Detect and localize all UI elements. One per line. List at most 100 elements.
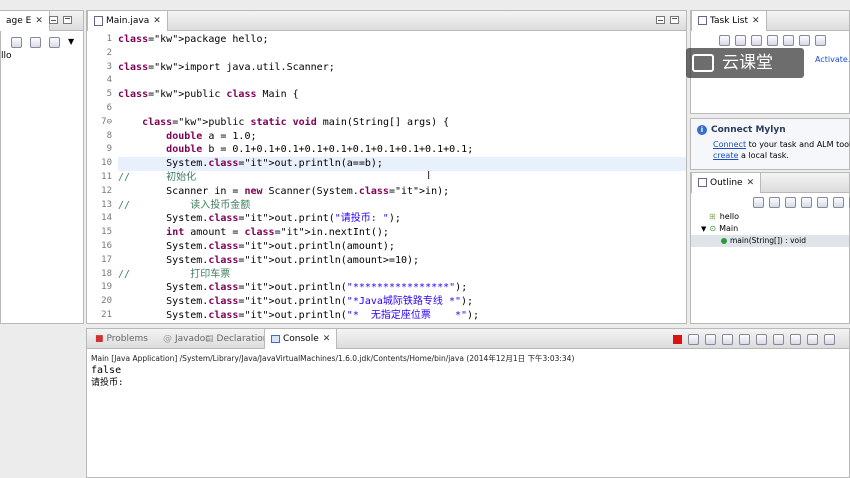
code-line[interactable]: System.class="it">out.print("请投币: "); [118,212,686,226]
hide-local-types-icon[interactable] [833,197,844,208]
console-header: Main [Java Application] /System/Library/… [91,354,575,363]
line-number: 17 [101,254,112,265]
view-menu-icon[interactable] [815,35,826,46]
categorized-icon[interactable] [735,35,746,46]
maximize-icon[interactable] [670,16,679,24]
chevron-down-icon: ▼ [701,225,707,233]
line-number: 3 [106,61,112,72]
create-link[interactable]: create [713,151,738,160]
word-wrap-icon[interactable] [756,333,767,345]
close-icon[interactable]: ✕ [35,16,43,26]
line-number: 14 [101,213,112,224]
outline-icon [698,178,707,187]
editor-tabbar: Main.java ✕ [87,11,686,31]
task-list-icon [698,16,707,25]
code-line[interactable] [118,102,686,116]
console-output-line: 请投币: [91,378,124,388]
outline-item-class[interactable]: ▼ ⊙ Main [701,223,739,235]
code-line[interactable]: // 初始化 [118,171,686,185]
close-icon[interactable]: ✕ [747,178,755,188]
code-line[interactable]: class="kw">public class Main { [118,88,686,102]
collapse-all-icon[interactable] [753,197,764,208]
console-output[interactable]: false 请投币: [91,365,123,389]
new-task-icon[interactable] [719,35,730,46]
hide-static-icon[interactable] [801,197,812,208]
outline-item-package[interactable]: ⊞ hello [709,211,739,223]
collapse-all-icon[interactable] [11,37,22,48]
close-icon[interactable]: ✕ [323,334,331,344]
tab-outline[interactable]: Outline ✕ [691,173,762,193]
view-menu-icon[interactable] [49,37,60,48]
line-number: 1 [106,34,112,44]
code-line[interactable]: System.class="it">out.println("* 无指定座位票 … [118,309,686,323]
javadoc-icon: @ [163,334,172,344]
hide-completed-icon[interactable] [767,35,778,46]
minimize-icon[interactable] [49,16,58,24]
watermark-icon [692,54,714,72]
code-line[interactable]: System.class="it">out.println("*Java城际铁路… [118,295,686,309]
line-number: 16 [101,241,112,251]
scheduled-icon[interactable] [751,35,762,46]
problems-icon: ■ [95,334,104,344]
line-number: 13 [101,199,112,210]
line-number: 9 [106,144,112,155]
close-icon[interactable]: ✕ [752,16,760,26]
terminate-icon[interactable] [673,334,682,344]
code-line[interactable]: // 打印车票 [118,268,686,282]
tab-task-list[interactable]: Task List ✕ [691,11,767,31]
code-line[interactable] [118,74,686,88]
console-output-line: false [91,365,122,376]
tab-task-list-label: Task List [710,16,749,26]
class-icon: ⊙ [709,224,717,233]
sort-icon[interactable] [769,197,780,208]
tab-package-explorer[interactable]: age E ✕ [0,11,50,31]
code-line[interactable]: double a = 1.0; [118,130,686,144]
link-editor-icon[interactable] [30,37,41,48]
view-menu-icon[interactable] [824,333,835,345]
chevron-down-icon[interactable]: ▼ [68,37,74,48]
tab-problems[interactable]: ■ Problems [89,329,154,349]
tab-main-java-label: Main.java [106,16,150,26]
code-line[interactable]: class="kw">package hello; [118,33,686,47]
minimize-icon[interactable] [656,16,665,24]
display-console-icon[interactable] [790,333,801,345]
code-line[interactable]: System.class="it">out.println(amount); [118,240,686,254]
line-number: 18 [101,268,112,279]
hide-fields-icon[interactable] [785,197,796,208]
declaration-icon: ▤ [205,334,214,344]
code-line[interactable]: Scanner in = new Scanner(System.class="i… [118,185,686,199]
maximize-icon[interactable] [63,16,72,24]
code-line[interactable]: class="kw">import java.util.Scanner; [118,61,686,75]
sync-icon[interactable] [799,35,810,46]
remove-all-icon[interactable] [705,333,716,345]
code-line[interactable]: // 读入投币金额 [118,199,686,213]
remove-launch-icon[interactable] [688,333,699,345]
pin-console-icon[interactable] [773,333,784,345]
open-console-icon[interactable] [807,333,818,345]
code-line[interactable]: System.class="it">out.println(a==b); [118,157,686,171]
code-line[interactable]: System.class="it">out.println("*********… [118,281,686,295]
mylyn-line1-text: to your task and ALM tools [746,140,850,149]
watermark-logo: 云课堂 [686,48,804,78]
outline-item-method[interactable]: main(String[]) : void [691,235,849,247]
code-line[interactable]: double b = 0.1+0.1+0.1+0.1+0.1+0.1+0.1+0… [118,143,686,157]
clear-console-icon[interactable] [722,333,733,345]
tab-main-java[interactable]: Main.java ✕ [87,11,168,31]
mylyn-title-text: Connect Mylyn [711,125,786,135]
connect-link[interactable]: Connect [713,140,746,149]
code-line[interactable]: System.class="it">out.println(amount>=10… [118,254,686,268]
close-icon[interactable]: ✕ [153,16,161,26]
line-number: 6 [106,103,112,113]
connect-mylyn-panel: i Connect Mylyn Connect to your task and … [690,118,850,170]
method-icon [721,238,727,244]
hide-nonpublic-icon[interactable] [817,197,828,208]
scroll-lock-icon[interactable] [739,333,750,345]
code-line[interactable]: class="kw">public static void main(Strin… [118,116,686,130]
activate-link[interactable]: Activate... [815,55,850,64]
tab-console[interactable]: Console ✕ [264,329,338,349]
package-tree-item[interactable]: llo [1,51,12,61]
code-line[interactable]: int amount = class="it">in.nextInt(); [118,226,686,240]
code-line[interactable] [118,47,686,61]
code-area[interactable]: class="kw">package hello; class="kw">impo… [114,32,686,323]
collapse-all-icon[interactable] [783,35,794,46]
